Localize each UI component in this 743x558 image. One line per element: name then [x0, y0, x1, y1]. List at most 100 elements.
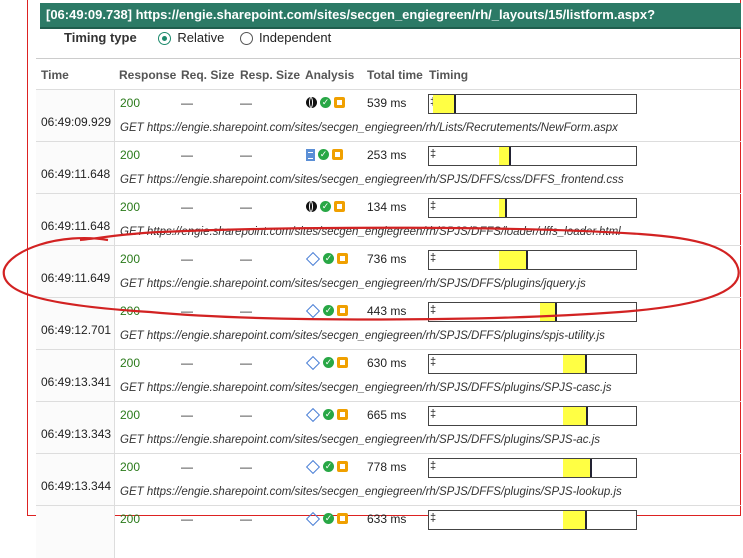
timing-end-marker: [555, 303, 558, 321]
timing-bar[interactable]: ‡: [428, 198, 637, 218]
request-url[interactable]: GET https://engie.sharepoint.com/sites/s…: [120, 174, 624, 186]
timing-bar[interactable]: ‡: [428, 302, 637, 322]
req-size: —: [181, 460, 193, 474]
cursor-icon: ‡: [430, 252, 437, 264]
timing-fill: [562, 407, 587, 425]
radio-empty-icon[interactable]: [239, 32, 253, 45]
analysis-icons: ✓: [305, 251, 351, 266]
request-url[interactable]: GET https://engie.sharepoint.com/sites/s…: [120, 382, 612, 394]
time-cell: 06:49:09.929: [36, 90, 115, 142]
col-header-response[interactable]: Response: [119, 68, 176, 82]
timing-fill: [499, 147, 509, 165]
col-header-time[interactable]: Time: [41, 68, 69, 82]
cursor-icon: ‡: [430, 408, 437, 420]
request-time: 06:49:11.649: [41, 271, 111, 285]
req-size: —: [181, 148, 193, 162]
timing-type-control: Timing type Relative Independent: [64, 30, 343, 45]
total-time: 134 ms: [367, 200, 407, 214]
request-time: 06:49:13.344: [41, 479, 112, 493]
cursor-icon: ‡: [430, 304, 437, 316]
resp-size: —: [240, 200, 252, 214]
document-icon: [306, 148, 315, 161]
table-row[interactable]: 06:49:09.929 200 — — ✓ 539 ms ‡ GET https://eng…: [36, 89, 741, 142]
timing-bar[interactable]: ‡: [428, 510, 637, 530]
diamond-icon: [305, 407, 321, 422]
time-cell: 06:49:13.343: [36, 402, 115, 454]
req-size: —: [181, 200, 193, 214]
col-header-analysis[interactable]: Analysis: [305, 68, 354, 82]
req-size: —: [181, 252, 193, 266]
check-icon: ✓: [323, 253, 334, 265]
col-header-req-size[interactable]: Req. Size: [181, 68, 234, 82]
response-code: 200: [120, 512, 141, 526]
timing-bar[interactable]: ‡: [428, 406, 637, 426]
request-url[interactable]: GET https://engie.sharepoint.com/sites/s…: [120, 486, 622, 498]
diamond-icon: [305, 303, 321, 318]
req-size: —: [181, 408, 193, 422]
timing-fill: [539, 303, 556, 321]
check-icon: ✓: [320, 201, 331, 213]
cursor-icon: ‡: [430, 356, 437, 368]
resp-size: —: [240, 408, 252, 422]
analysis-icons: ✓: [305, 303, 351, 318]
request-time: 06:49:11.648: [41, 167, 111, 181]
timing-end-marker: [526, 251, 529, 269]
cursor-icon: ‡: [430, 460, 437, 472]
cursor-icon: ‡: [430, 512, 437, 524]
diamond-icon: [305, 459, 321, 474]
resp-size: —: [240, 96, 252, 110]
timing-bar[interactable]: ‡: [428, 250, 637, 270]
req-size: —: [181, 96, 193, 110]
timing-bar[interactable]: ‡: [428, 94, 637, 114]
check-icon: ✓: [323, 409, 334, 421]
total-time: 633 ms: [367, 512, 407, 526]
check-icon: ✓: [323, 461, 334, 473]
timing-bar[interactable]: ‡: [428, 146, 637, 166]
analysis-icons: ✓: [305, 511, 351, 526]
timing-end-marker: [453, 95, 456, 113]
response-code: 200: [120, 96, 141, 110]
total-time: 630 ms: [367, 356, 407, 370]
total-time: 778 ms: [367, 460, 407, 474]
resp-size: —: [240, 512, 252, 526]
request-time: 06:49:13.343: [41, 427, 112, 441]
request-url[interactable]: GET https://engie.sharepoint.com/sites/s…: [120, 330, 605, 342]
table-row[interactable]: 06:49:13.343 200 — — ✓ 665 ms ‡ GET https://eng…: [36, 401, 741, 454]
time-cell: 06:49:11.648: [36, 194, 115, 246]
table-row[interactable]: 06:49:11.648 200 — — ✓ 134 ms ‡ GET https://eng…: [36, 193, 741, 246]
page-title-bar: [06:49:09.738] https://engie.sharepoint.…: [40, 3, 741, 29]
total-time: 253 ms: [367, 148, 407, 162]
timing-bar[interactable]: ‡: [428, 354, 637, 374]
resp-size: —: [240, 304, 252, 318]
timing-bar[interactable]: ‡: [428, 458, 637, 478]
response-code: 200: [120, 200, 141, 214]
req-size: —: [181, 512, 193, 526]
request-url[interactable]: GET https://engie.sharepoint.com/sites/s…: [120, 434, 600, 446]
response-code: 200: [120, 460, 141, 474]
cursor-icon: ‡: [430, 200, 437, 212]
table-row[interactable]: 06:49:13.341 200 — — ✓ 630 ms ‡ GET https://eng…: [36, 349, 741, 402]
radio-independent[interactable]: Independent: [239, 30, 343, 45]
col-header-timing[interactable]: Timing: [429, 68, 468, 82]
request-url[interactable]: GET https://engie.sharepoint.com/sites/s…: [120, 226, 621, 238]
lock-icon: [337, 253, 348, 265]
check-icon: ✓: [323, 513, 334, 525]
lock-icon: [334, 97, 345, 109]
table-row[interactable]: 06:49:13.344 200 — — ✓ 778 ms ‡ GET https://eng…: [36, 453, 741, 506]
radio-selected-icon[interactable]: [158, 32, 172, 45]
table-row[interactable]: 06:49:12.701 200 — — ✓ 443 ms ‡ GET https://eng…: [36, 297, 741, 350]
col-header-resp-size[interactable]: Resp. Size: [240, 68, 300, 82]
diamond-icon: [305, 251, 321, 266]
radio-relative[interactable]: Relative: [158, 30, 236, 45]
total-time: 736 ms: [367, 252, 407, 266]
response-code: 200: [120, 148, 141, 162]
table-row[interactable]: 200 — — ✓ 633 ms ‡: [36, 505, 741, 558]
table-row[interactable]: 06:49:11.649 200 — — ✓ 736 ms ‡ GET https://eng…: [36, 245, 741, 298]
table-row[interactable]: 06:49:11.648 200 — — ✓ 253 ms ‡ GET https://eng…: [36, 141, 741, 194]
lock-icon: [337, 461, 348, 473]
analysis-icons: ✓: [306, 147, 346, 161]
col-header-total-time[interactable]: Total time: [367, 68, 423, 82]
time-cell: 06:49:11.649: [36, 246, 115, 298]
request-url[interactable]: GET https://engie.sharepoint.com/sites/s…: [120, 278, 586, 290]
request-url[interactable]: GET https://engie.sharepoint.com/sites/s…: [120, 122, 618, 134]
